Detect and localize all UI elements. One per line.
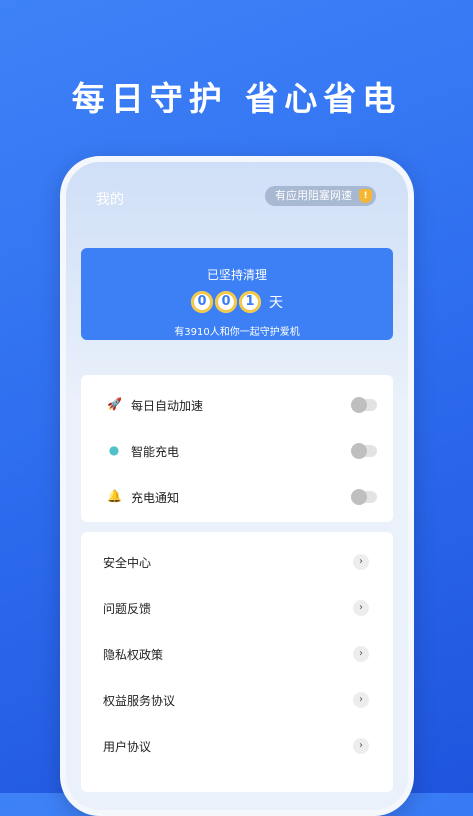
streak-digit: 0 [215, 291, 237, 313]
clean-streak-title: 已坚持清理 [206, 268, 267, 282]
settings-toggle-card: 🚀 每日自动加速 ● 智能充电 🔔 充电通知 [81, 375, 393, 522]
menu-item-label: 用户协议 [103, 740, 152, 754]
menu-item-label: 隐私权政策 [103, 648, 164, 662]
page-title: 我的 [96, 192, 124, 208]
promo-headline: 每日守护 省心省电 [71, 79, 402, 118]
menu-item-security-center[interactable]: 安全中心 › [81, 540, 393, 586]
toggle-row-auto-boost[interactable]: 🚀 每日自动加速 [81, 383, 393, 429]
menu-item-label: 安全中心 [103, 556, 152, 570]
menu-item-label: 权益服务协议 [103, 694, 176, 708]
shield-icon: ! [359, 189, 372, 203]
toggle-label: 智能充电 [131, 445, 180, 459]
toggle-label: 每日自动加速 [131, 399, 204, 413]
menu-item-feedback[interactable]: 问题反馈 › [81, 586, 393, 632]
streak-digit: 1 [239, 291, 261, 313]
bell-icon: 🔔 [107, 489, 122, 503]
menu-item-user-agreement[interactable]: 用户协议 › [81, 724, 393, 770]
network-alert-text: 有应用阻塞网速 [275, 189, 352, 202]
menu-item-service-agreement[interactable]: 权益服务协议 › [81, 678, 393, 724]
toggle-row-smart-charge[interactable]: ● 智能充电 [81, 429, 393, 475]
rocket-icon: 🚀 [107, 397, 122, 411]
toggle-label: 充电通知 [131, 491, 180, 505]
chevron-right-icon: › [353, 738, 369, 754]
robot-icon: ● [108, 443, 120, 457]
chevron-right-icon: › [353, 646, 369, 662]
phone-frame: 我的 有应用阻塞网速 ! 已坚持清理 0 0 1 天 有3910人和你一起守护爱… [60, 156, 414, 816]
auto-boost-switch[interactable] [351, 397, 377, 413]
chevron-right-icon: › [353, 692, 369, 708]
chevron-right-icon: › [353, 600, 369, 616]
streak-counter: 0 0 1 天 [81, 291, 393, 313]
toggle-row-charge-notify[interactable]: 🔔 充电通知 [81, 475, 393, 521]
chevron-right-icon: › [353, 554, 369, 570]
menu-item-label: 问题反馈 [103, 602, 152, 616]
streak-digit: 0 [191, 291, 213, 313]
smart-charge-switch[interactable] [351, 443, 377, 459]
menu-card: 安全中心 › 问题反馈 › 隐私权政策 › 权益服务协议 › 用户协议 › [81, 532, 393, 792]
clean-streak-card: 已坚持清理 0 0 1 天 有3910人和你一起守护爱机 [81, 248, 393, 340]
clean-streak-subtitle: 有3910人和你一起守护爱机 [174, 327, 300, 338]
network-alert-pill[interactable]: 有应用阻塞网速 ! [265, 186, 376, 206]
streak-unit: 天 [269, 295, 283, 311]
menu-item-privacy-policy[interactable]: 隐私权政策 › [81, 632, 393, 678]
charge-notify-switch[interactable] [351, 489, 377, 505]
